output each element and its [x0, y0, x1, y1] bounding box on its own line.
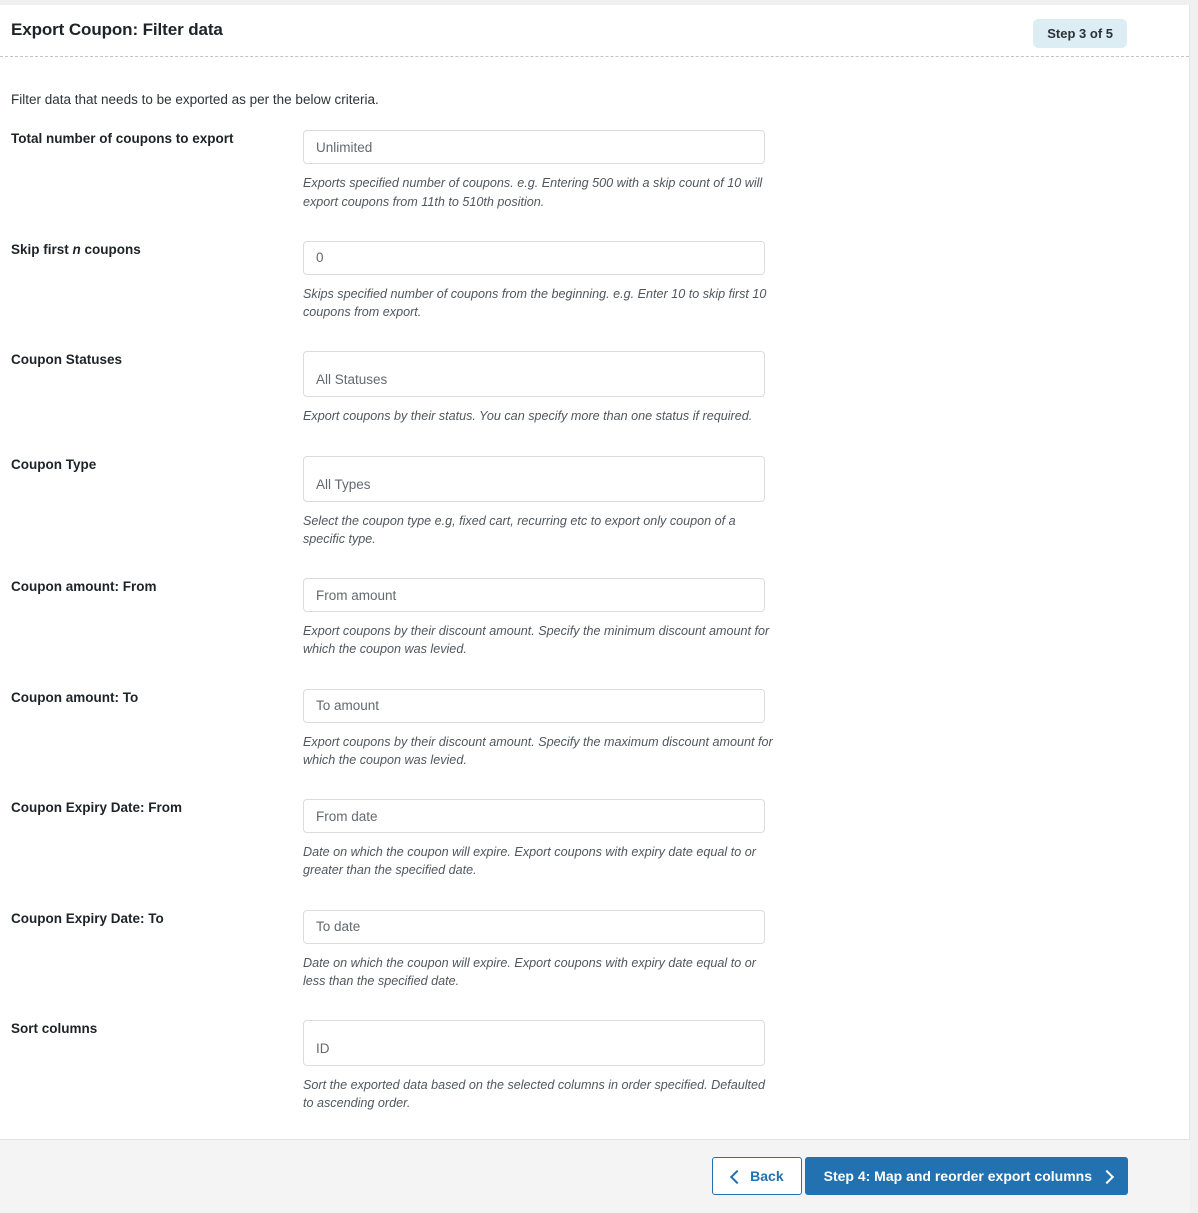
- form-row-amount-to: Coupon amount: To To amount Export coupo…: [0, 688, 1189, 770]
- row-spacer: [0, 659, 1189, 689]
- export-coupon-wizard-page: Export Coupon: Filter data Step 3 of 5 F…: [0, 0, 1198, 1213]
- field-group-sort-columns: ID Sort the exported data based on the s…: [292, 1020, 1189, 1113]
- label-text: Coupon Statuses: [11, 352, 123, 368]
- amount-from-input[interactable]: From amount: [303, 578, 765, 612]
- form-row-skip-coupons: Skip first n coupons 0 Skips specified n…: [0, 240, 1189, 322]
- chevron-left-icon: [730, 1171, 741, 1182]
- row-spacer: [0, 211, 1189, 241]
- label-coupon-type: Coupon Type: [0, 456, 292, 474]
- row-spacer: [0, 321, 1189, 351]
- label-text: Coupon Expiry Date: From: [11, 800, 183, 815]
- amount-to-input[interactable]: To amount: [303, 688, 765, 723]
- label-text: Sort columns: [11, 1021, 98, 1036]
- label-text: Coupon Type: [11, 456, 97, 472]
- coupon-type-description: Select the coupon type e.g, fixed cart, …: [303, 513, 736, 546]
- back-button-label: Back: [750, 1168, 784, 1184]
- field-group-amount-to: To amount Export coupons by their discou…: [292, 688, 1189, 770]
- form-row-coupon-statuses: Coupon Statuses All Statuses Export coup…: [0, 351, 1189, 425]
- chevron-right-icon: [1101, 1171, 1112, 1182]
- row-spacer: [0, 769, 1189, 799]
- sort-columns-description: Sort the exported data based on the sele…: [303, 1078, 766, 1111]
- label-amount-from: Coupon amount: From: [0, 578, 292, 596]
- form-row-expiry-to: Coupon Expiry Date: To To date Date on w…: [0, 909, 1189, 991]
- field-group-total-coupons: Unlimited Exports specified number of co…: [292, 130, 1189, 211]
- coupon-statuses-description: Export coupons by their status. You can …: [303, 409, 753, 424]
- step-indicator-badge: Step 3 of 5: [1033, 19, 1127, 48]
- form-row-amount-from: Coupon amount: From From amount Export c…: [0, 578, 1189, 659]
- wizard-body: Filter data that needs to be exported as…: [0, 57, 1189, 1213]
- coupon-statuses-select[interactable]: All Statuses: [303, 351, 765, 398]
- sort-columns-select[interactable]: ID: [303, 1020, 765, 1066]
- expiry-to-input[interactable]: To date: [303, 909, 765, 944]
- coupon-type-select[interactable]: All Types: [303, 455, 765, 502]
- wizard-panel: Export Coupon: Filter data Step 3 of 5 F…: [0, 5, 1190, 1213]
- skip-coupons-description: Skips specified number of coupons from t…: [303, 286, 767, 319]
- field-group-amount-from: From amount Export coupons by their disc…: [292, 578, 1189, 659]
- amount-from-description: Export coupons by their discount amount.…: [303, 624, 770, 657]
- expiry-from-input[interactable]: From date: [303, 799, 765, 833]
- label-text: Total number of coupons to export: [11, 131, 234, 147]
- label-skip-coupons: Skip first n coupons: [0, 241, 292, 259]
- row-spacer: [0, 990, 1189, 1020]
- label-amount-to: Coupon amount: To: [0, 689, 292, 707]
- filter-form: Total number of coupons to export Unlimi…: [0, 130, 1189, 1213]
- field-group-coupon-statuses: All Statuses Export coupons by their sta…: [292, 351, 1189, 425]
- label-text: Coupon amount: To: [11, 689, 139, 705]
- wizard-footer: Back Step 4: Map and reorder export colu…: [0, 1139, 1190, 1213]
- label-expiry-from: Coupon Expiry Date: From: [0, 799, 292, 817]
- label-text: Coupon Expiry Date: To: [11, 910, 164, 926]
- field-group-coupon-type: All Types Select the coupon type e.g, fi…: [292, 455, 1189, 549]
- label-text: Coupon amount: From: [11, 579, 157, 594]
- form-row-coupon-type: Coupon Type All Types Select the coupon …: [0, 455, 1189, 549]
- row-spacer: [0, 880, 1189, 910]
- row-spacer: [0, 548, 1189, 578]
- label-sort-columns: Sort columns: [0, 1020, 292, 1038]
- back-button[interactable]: Back: [712, 1157, 802, 1195]
- page-title: Export Coupon: Filter data: [11, 20, 223, 39]
- label-text: Skip first: [11, 241, 73, 257]
- field-group-expiry-to: To date Date on which the coupon will ex…: [292, 909, 1189, 991]
- skip-coupons-input[interactable]: 0: [303, 240, 765, 275]
- field-group-skip-coupons: 0 Skips specified number of coupons from…: [292, 240, 1189, 322]
- row-spacer: [0, 426, 1189, 456]
- label-expiry-to: Coupon Expiry Date: To: [0, 910, 292, 928]
- form-row-sort-columns: Sort columns ID Sort the exported data b…: [0, 1020, 1189, 1113]
- amount-to-description: Export coupons by their discount amount.…: [303, 734, 773, 767]
- label-text-italic: n: [72, 241, 81, 257]
- expiry-to-description: Date on which the coupon will expire. Ex…: [303, 955, 756, 988]
- next-step-button[interactable]: Step 4: Map and reorder export columns: [804, 1157, 1128, 1195]
- label-text-suffix: coupons: [80, 241, 141, 257]
- form-row-expiry-from: Coupon Expiry Date: From From date Date …: [0, 799, 1189, 880]
- expiry-from-description: Date on which the coupon will expire. Ex…: [303, 845, 756, 878]
- intro-text: Filter data that needs to be exported as…: [11, 92, 379, 107]
- field-group-expiry-from: From date Date on which the coupon will …: [292, 799, 1189, 880]
- footer-actions: Back Step 4: Map and reorder export colu…: [712, 1157, 1128, 1195]
- wizard-header: Export Coupon: Filter data Step 3 of 5: [0, 5, 1189, 57]
- label-total-coupons: Total number of coupons to export: [0, 130, 292, 148]
- total-coupons-description: Exports specified number of coupons. e.g…: [303, 176, 763, 209]
- total-coupons-input[interactable]: Unlimited: [303, 130, 765, 165]
- next-step-button-label: Step 4: Map and reorder export columns: [823, 1168, 1092, 1184]
- row-spacer: [0, 1113, 1189, 1143]
- form-row-total-coupons: Total number of coupons to export Unlimi…: [0, 130, 1189, 211]
- label-coupon-statuses: Coupon Statuses: [0, 351, 292, 369]
